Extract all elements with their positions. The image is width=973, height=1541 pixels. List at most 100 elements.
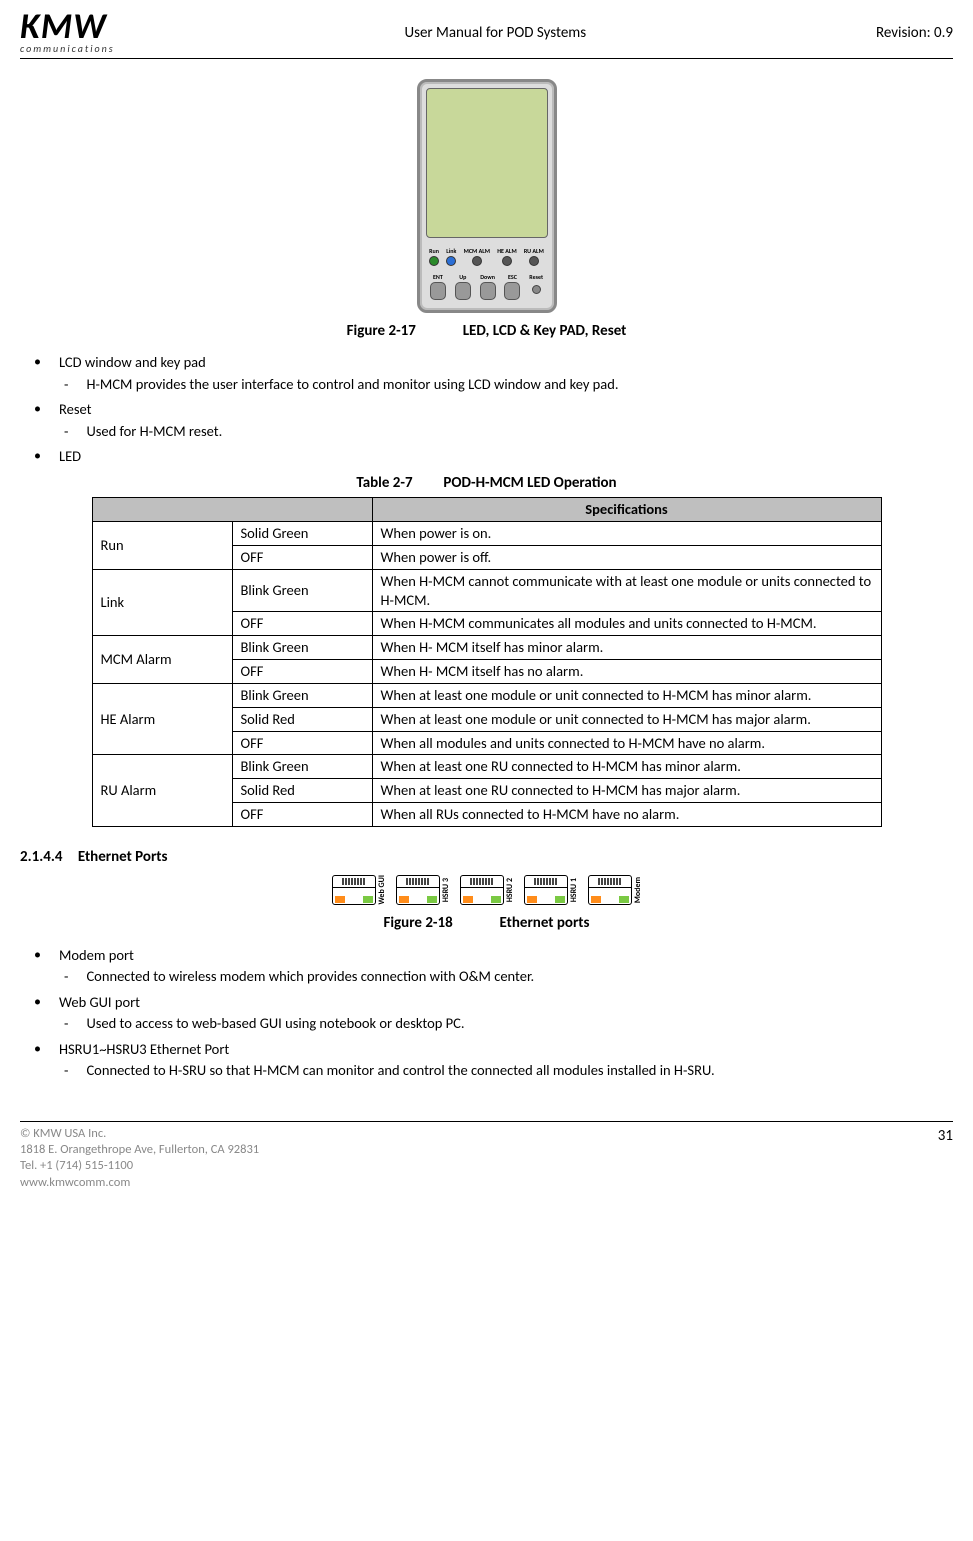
- table-header-blank: [92, 498, 372, 522]
- ethernet-port: HSRU 1: [524, 875, 578, 905]
- keypad-button-icon: [455, 282, 471, 300]
- led-spec-cell: When H- MCM itself has no alarm.: [372, 660, 881, 684]
- device-frame: Run Link MCM ALM HE ALM RU ALM ENT Up Down ESC R…: [417, 79, 557, 313]
- ethernet-port-label: HSRU 1: [570, 878, 578, 902]
- sub-bullet-text: H-MCM provides the user interface to con…: [86, 375, 618, 395]
- device-keypad-button: ENT: [430, 274, 446, 300]
- led-name-cell: MCM Alarm: [92, 636, 232, 684]
- device-button-row: ENT Up Down ESC Reset: [426, 274, 548, 300]
- sub-bullet-item: -Used to access to web-based GUI using n…: [64, 1014, 953, 1034]
- table-row: LinkBlink GreenWhen H-MCM cannot communi…: [92, 569, 881, 612]
- led-operation-table: Specifications RunSolid GreenWhen power …: [92, 497, 882, 827]
- page-footer: © KMW USA Inc. 1818 E. Orangethrope Ave,…: [20, 1121, 953, 1191]
- reset-label: Reset: [529, 274, 543, 280]
- footer-web: www.kmwcomm.com: [20, 1175, 259, 1191]
- led-spec-cell: When H- MCM itself has minor alarm.: [372, 636, 881, 660]
- table-header-spec: Specifications: [372, 498, 881, 522]
- bullet-text: Reset: [59, 400, 92, 420]
- page-header: KMW communications User Manual for POD S…: [20, 10, 953, 59]
- sub-bullet-text: Used for H-MCM reset.: [86, 422, 222, 442]
- led-name-cell: Link: [92, 569, 232, 636]
- keypad-button-icon: [480, 282, 496, 300]
- led-indicator-icon: [472, 256, 482, 266]
- device-led: MCM ALM: [464, 248, 490, 266]
- bullet-text: HSRU1~HSRU3 Ethernet Port: [59, 1040, 229, 1060]
- dash-icon: -: [64, 967, 68, 987]
- led-state-cell: OFF: [232, 803, 372, 827]
- bullet-dot-icon: •: [34, 993, 41, 1013]
- led-indicator-icon: [446, 256, 456, 266]
- device-led: RU ALM: [524, 248, 544, 266]
- ethernet-port: HSRU 2: [460, 875, 514, 905]
- ethernet-port-label: HSRU 2: [506, 878, 514, 902]
- led-spec-cell: When all modules and units connected to …: [372, 731, 881, 755]
- figure-number: Figure 2-17: [347, 322, 416, 340]
- page-number: 31: [938, 1126, 953, 1146]
- sub-bullet-text: Connected to wireless modem which provid…: [86, 967, 534, 987]
- ethernet-port: HSRU 3: [396, 875, 450, 905]
- led-spec-cell: When at least one RU connected to H-MCM …: [372, 755, 881, 779]
- figure-2-17-image: Run Link MCM ALM HE ALM RU ALM ENT Up Down ESC R…: [20, 79, 953, 313]
- bullet-text: LCD window and key pad: [59, 353, 206, 373]
- sub-bullet-text: Used to access to web-based GUI using no…: [86, 1014, 464, 1034]
- bullet-item: • Reset: [34, 400, 953, 420]
- device-led-row: Run Link MCM ALM HE ALM RU ALM: [426, 248, 548, 266]
- section-title: Ethernet Ports: [78, 848, 168, 866]
- sub-bullet-item: -H-MCM provides the user interface to co…: [64, 375, 953, 395]
- ethernet-port: Modem: [588, 875, 642, 905]
- led-spec-cell: When H-MCM communicates all modules and …: [372, 612, 881, 636]
- device-led-label: HE ALM: [497, 248, 517, 254]
- keypad-label: Up: [459, 274, 466, 280]
- led-spec-cell: When H-MCM cannot communicate with at le…: [372, 569, 881, 612]
- bullet-dot-icon: •: [34, 353, 41, 373]
- device-keypad-button: ESC: [504, 274, 520, 300]
- reset-button-icon: [532, 285, 541, 294]
- led-spec-cell: When power is on.: [372, 522, 881, 546]
- bullet-dot-icon: •: [34, 400, 41, 420]
- led-state-cell: OFF: [232, 660, 372, 684]
- logo: KMW communications: [20, 10, 115, 56]
- sub-bullet-text: Connected to H-SRU so that H-MCM can mon…: [86, 1061, 714, 1081]
- led-state-cell: Blink Green: [232, 636, 372, 660]
- sub-bullet-item: -Connected to H-SRU so that H-MCM can mo…: [64, 1061, 953, 1081]
- sub-bullet-item: -Connected to wireless modem which provi…: [64, 967, 953, 987]
- table-2-7-caption: Table 2-7 POD-H-MCM LED Operation: [20, 473, 953, 493]
- led-state-cell: Solid Green: [232, 522, 372, 546]
- ethernet-port-label: HSRU 3: [442, 878, 450, 902]
- footer-company-info: © KMW USA Inc. 1818 E. Orangethrope Ave,…: [20, 1126, 259, 1191]
- bullet-dot-icon: •: [34, 946, 41, 966]
- bullet-text: Modem port: [59, 946, 134, 966]
- bullet-item: • HSRU1~HSRU3 Ethernet Port: [34, 1040, 953, 1060]
- rj45-icon: [396, 875, 440, 905]
- bullet-dot-icon: •: [34, 1040, 41, 1060]
- figure-2-18-image: Web GUI HSRU 3 HSRU 2 HSRU 1 Modem: [20, 875, 953, 905]
- led-state-cell: Solid Red: [232, 707, 372, 731]
- keypad-button-icon: [430, 282, 446, 300]
- bullet-item: •LED: [34, 447, 953, 467]
- bullet-text: LED: [59, 447, 81, 467]
- table-row: RunSolid GreenWhen power is on.: [92, 522, 881, 546]
- led-state-cell: OFF: [232, 731, 372, 755]
- rj45-icon: [524, 875, 568, 905]
- figure-title: LED, LCD & Key PAD, Reset: [463, 322, 627, 340]
- led-spec-cell: When at least one RU connected to H-MCM …: [372, 779, 881, 803]
- bullet-list-2: • Modem port-Connected to wireless modem …: [24, 946, 953, 1081]
- device-keypad-button: Up: [455, 274, 471, 300]
- device-keypad-button: Down: [480, 274, 496, 300]
- led-name-cell: HE Alarm: [92, 683, 232, 755]
- led-state-cell: OFF: [232, 612, 372, 636]
- table-title: POD-H-MCM LED Operation: [443, 474, 616, 492]
- device-led: Link: [446, 248, 456, 266]
- led-indicator-icon: [429, 256, 439, 266]
- device-led-label: Run: [429, 248, 439, 254]
- section-number: 2.1.4.4: [20, 848, 62, 866]
- sub-bullet-item: -Used for H-MCM reset.: [64, 422, 953, 442]
- footer-address: 1818 E. Orangethrope Ave, Fullerton, CA …: [20, 1142, 259, 1158]
- device-led-label: Link: [446, 248, 456, 254]
- led-state-cell: Solid Red: [232, 779, 372, 803]
- led-spec-cell: When at least one module or unit connect…: [372, 683, 881, 707]
- footer-copyright: © KMW USA Inc.: [20, 1126, 259, 1142]
- ethernet-port: Web GUI: [332, 875, 386, 905]
- table-row: MCM AlarmBlink GreenWhen H- MCM itself h…: [92, 636, 881, 660]
- document-title: User Manual for POD Systems: [404, 23, 586, 43]
